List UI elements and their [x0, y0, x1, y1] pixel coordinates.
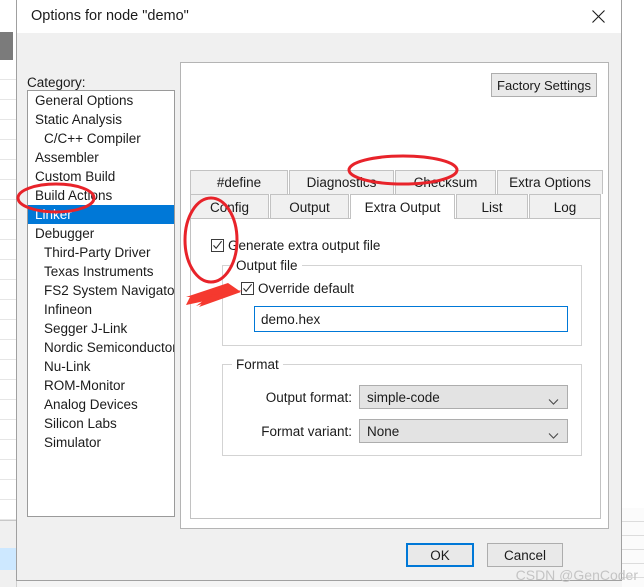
- background-left-selected-row: [0, 548, 16, 570]
- category-item-analog-devices[interactable]: Analog Devices: [28, 395, 174, 414]
- tab-diagnostics[interactable]: Diagnostics: [289, 170, 394, 194]
- tab-output[interactable]: Output: [270, 194, 349, 219]
- ok-button[interactable]: OK: [406, 543, 474, 567]
- background-left-scroll-strip: [0, 32, 13, 60]
- category-item-segger-j-link[interactable]: Segger J-Link: [28, 319, 174, 338]
- tab-row-top: #define Diagnostics Checksum Extra Optio…: [190, 170, 604, 194]
- dialog-title: Options for node "demo": [31, 8, 189, 24]
- format-group: Format Output format: simple-code Format…: [222, 357, 582, 456]
- dialog-titlebar[interactable]: Options for node "demo": [17, 0, 621, 33]
- category-item-rom-monitor[interactable]: ROM-Monitor: [28, 376, 174, 395]
- tab-extra-output[interactable]: Extra Output: [350, 194, 455, 219]
- format-variant-label: Format variant:: [261, 424, 352, 439]
- category-item-nordic-semiconductor[interactable]: Nordic Semiconductor: [28, 338, 174, 357]
- generate-extra-output-checkbox[interactable]: Generate extra output file: [211, 238, 380, 253]
- category-item-silicon-labs[interactable]: Silicon Labs: [28, 414, 174, 433]
- category-item-debugger[interactable]: Debugger: [28, 224, 174, 243]
- checkbox-checked-icon: [211, 239, 224, 252]
- category-item-custom-build[interactable]: Custom Build: [28, 167, 174, 186]
- override-default-label: Override default: [258, 281, 355, 296]
- tab-log[interactable]: Log: [529, 194, 601, 219]
- tab-panel-extra-output: Generate extra output file Output file O…: [190, 218, 601, 519]
- tab-define[interactable]: #define: [190, 170, 288, 194]
- background-left-rows: [0, 60, 16, 540]
- category-item-assembler[interactable]: Assembler: [28, 148, 174, 167]
- factory-settings-button[interactable]: Factory Settings: [491, 73, 597, 97]
- checkbox-checked-icon: [241, 282, 254, 295]
- category-item-linker[interactable]: Linker: [28, 205, 174, 224]
- category-item-build-actions[interactable]: Build Actions: [28, 186, 174, 205]
- watermark: CSDN @GenCoder: [515, 567, 638, 583]
- output-filename-input[interactable]: demo.hex: [254, 306, 568, 332]
- output-format-label: Output format:: [265, 390, 352, 405]
- category-list[interactable]: General Options Static Analysis C/C++ Co…: [27, 90, 175, 517]
- category-item-static-analysis[interactable]: Static Analysis: [28, 110, 174, 129]
- category-item-texas-instruments[interactable]: Texas Instruments: [28, 262, 174, 281]
- tab-row-bottom: Config Output Extra Output List Log: [190, 194, 602, 219]
- category-item-fs2-system-navigator[interactable]: FS2 System Navigator: [28, 281, 174, 300]
- category-item-simulator[interactable]: Simulator: [28, 433, 174, 452]
- tab-extra-options[interactable]: Extra Options: [497, 170, 603, 194]
- output-format-value: simple-code: [367, 389, 440, 405]
- category-item-c-cpp-compiler[interactable]: C/C++ Compiler: [28, 129, 174, 148]
- category-item-third-party-driver[interactable]: Third-Party Driver: [28, 243, 174, 262]
- output-file-group-title: Output file: [232, 258, 302, 273]
- screen-root: Options for node "demo" Category: Genera…: [0, 0, 644, 587]
- active-tab-seam: [342, 219, 446, 220]
- category-item-nu-link[interactable]: Nu-Link: [28, 357, 174, 376]
- close-icon[interactable]: [575, 0, 621, 33]
- format-variant-select[interactable]: None: [359, 419, 568, 443]
- chevron-down-icon: [548, 394, 559, 405]
- override-default-checkbox[interactable]: Override default: [241, 281, 354, 296]
- tab-list[interactable]: List: [456, 194, 528, 219]
- background-window-right: [622, 0, 644, 587]
- dialog-body: Category: General Options Static Analysi…: [17, 33, 621, 579]
- background-window-left: [0, 0, 17, 587]
- tab-config[interactable]: Config: [190, 194, 269, 219]
- options-pane: Factory Settings #define Diagnostics Che…: [180, 62, 609, 529]
- format-variant-value: None: [367, 423, 400, 439]
- chevron-down-icon: [548, 428, 559, 439]
- format-group-title: Format: [232, 357, 283, 372]
- output-format-select[interactable]: simple-code: [359, 385, 568, 409]
- cancel-button[interactable]: Cancel: [487, 543, 563, 567]
- category-item-infineon[interactable]: Infineon: [28, 300, 174, 319]
- category-item-general-options[interactable]: General Options: [28, 91, 174, 110]
- options-dialog: Options for node "demo" Category: Genera…: [16, 0, 622, 581]
- generate-extra-output-label: Generate extra output file: [228, 238, 381, 253]
- output-file-group: Output file Override default demo.hex: [222, 258, 582, 346]
- category-label: Category:: [27, 75, 86, 90]
- tab-checksum[interactable]: Checksum: [395, 170, 496, 194]
